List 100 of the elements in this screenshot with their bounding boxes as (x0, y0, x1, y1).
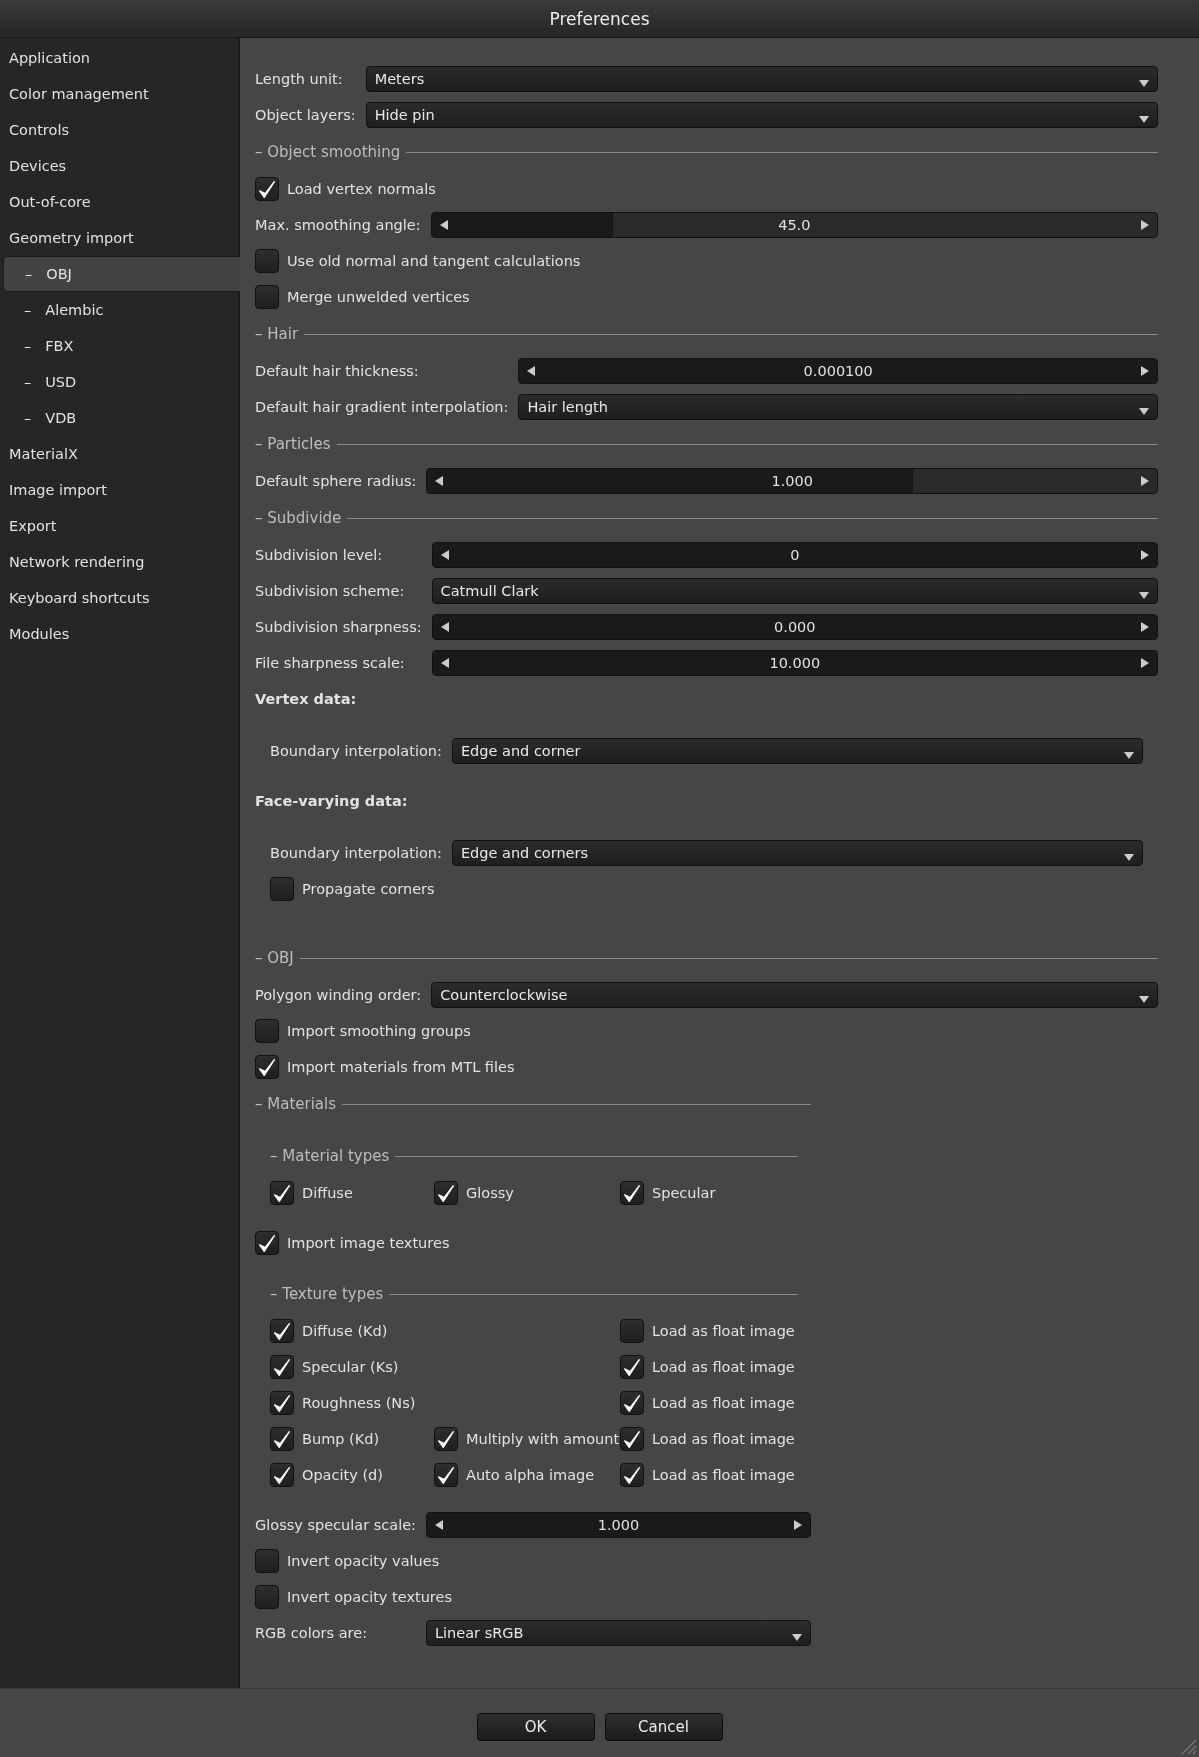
resize-grip-icon[interactable] (1179, 1737, 1197, 1755)
right-arrow-icon[interactable] (1141, 476, 1149, 486)
field-label: Boundary interpolation: (270, 742, 442, 761)
checkbox-label: Import materials from MTL files (287, 1059, 515, 1075)
checkbox[interactable] (255, 177, 279, 201)
section-title: – OBJ (255, 949, 294, 967)
dropdown[interactable]: Counterclockwise (431, 982, 1158, 1008)
checkbox-label: Load as float image (652, 1323, 795, 1339)
caret-icon (1124, 752, 1134, 759)
right-arrow-icon[interactable] (1141, 550, 1149, 560)
checkbox[interactable] (270, 1319, 294, 1343)
right-arrow-icon[interactable] (1141, 658, 1149, 668)
dropdown[interactable]: Catmull Clark (431, 578, 1158, 604)
slider[interactable]: 45.0 (430, 212, 1158, 238)
left-arrow-icon[interactable] (435, 1520, 443, 1530)
checkbox-label: Auto alpha image (466, 1467, 595, 1483)
section-title: – Material types (270, 1147, 390, 1165)
sidebar-item[interactable]: Network rendering (0, 544, 238, 580)
checkbox[interactable] (434, 1181, 458, 1205)
dropdown[interactable]: Edge and corner (451, 738, 1143, 764)
checkbox[interactable] (255, 1231, 279, 1255)
dialog-button[interactable]: OK (476, 1713, 595, 1741)
slider[interactable]: 1.000 (426, 1512, 811, 1538)
left-arrow-icon[interactable] (527, 366, 536, 376)
field-label: Default hair gradient interpolation: (255, 398, 509, 417)
dropdown[interactable]: Linear sRGB (426, 1620, 811, 1646)
sidebar-item[interactable]: Keyboard shortcuts (0, 580, 238, 616)
dropdown[interactable]: Meters (365, 66, 1158, 92)
sidebar-item[interactable]: – Alembic (0, 292, 238, 328)
sidebar-item[interactable]: – FBX (0, 328, 238, 364)
field-label: Default sphere radius: (255, 472, 417, 491)
checkbox[interactable] (620, 1427, 644, 1451)
right-arrow-icon[interactable] (1141, 622, 1149, 632)
slider[interactable]: 0 (431, 542, 1158, 568)
checkbox[interactable] (270, 1463, 294, 1487)
right-arrow-icon[interactable] (1141, 220, 1149, 230)
checkbox[interactable] (434, 1427, 458, 1451)
checkbox[interactable] (255, 1019, 279, 1043)
checkbox[interactable] (255, 1055, 279, 1079)
left-arrow-icon[interactable] (439, 220, 448, 230)
checkbox-label: Opacity (d) (302, 1467, 383, 1483)
checkbox-label: Roughness (Ns) (302, 1395, 416, 1411)
slider[interactable]: 0.000100 (518, 358, 1158, 384)
checkbox[interactable] (620, 1319, 644, 1343)
checkbox[interactable] (620, 1181, 644, 1205)
field-label: Glossy specular scale: (255, 1516, 416, 1535)
checkbox-label: Invert opacity values (287, 1553, 440, 1569)
left-arrow-icon[interactable] (435, 476, 444, 486)
field-label: Subdivision sharpness: (255, 618, 422, 637)
checkbox[interactable] (255, 285, 279, 309)
sidebar-item[interactable]: – VDB (0, 400, 238, 436)
right-arrow-icon[interactable] (794, 1520, 802, 1530)
sidebar-item[interactable]: Color management (0, 76, 238, 112)
field-label: Boundary interpolation: (270, 844, 442, 863)
checkbox[interactable] (620, 1391, 644, 1415)
dropdown[interactable]: Hide pin (365, 102, 1158, 128)
checkbox[interactable] (270, 1355, 294, 1379)
checkbox[interactable] (270, 1181, 294, 1205)
dialog-button[interactable]: Cancel (604, 1713, 723, 1741)
slider[interactable]: 1.000 (426, 468, 1158, 494)
left-arrow-icon[interactable] (440, 550, 449, 560)
slider[interactable]: 0.000 (431, 614, 1158, 640)
checkbox[interactable] (270, 877, 294, 901)
sidebar-item[interactable]: Application (0, 40, 238, 76)
checkbox-label: Bump (Kd) (302, 1431, 380, 1447)
sidebar-item[interactable]: – OBJ (3, 256, 240, 292)
checkbox-label: Specular (Ks) (302, 1359, 399, 1375)
checkbox-label: Load as float image (652, 1359, 795, 1375)
sidebar-item[interactable]: Export (0, 508, 238, 544)
checkbox-label: Glossy (466, 1185, 514, 1201)
section-title: – Hair (255, 325, 299, 343)
checkbox-label: Specular (652, 1185, 716, 1201)
sidebar-item[interactable]: Out-of-core (0, 184, 238, 220)
group-heading: Face-varying data: (255, 792, 409, 811)
sidebar-item[interactable]: Devices (0, 148, 238, 184)
dropdown[interactable]: Hair length (518, 394, 1158, 420)
checkbox[interactable] (620, 1463, 644, 1487)
slider[interactable]: 10.000 (431, 650, 1158, 676)
checkbox-label: Merge unwelded vertices (287, 289, 470, 305)
checkbox[interactable] (255, 1549, 279, 1573)
sidebar-item[interactable]: Modules (0, 616, 238, 652)
field-label: Max. smoothing angle: (255, 216, 421, 235)
left-arrow-icon[interactable] (440, 658, 449, 668)
sidebar-item[interactable]: MaterialX (0, 436, 238, 472)
sidebar-item[interactable]: Controls (0, 112, 238, 148)
checkbox[interactable] (255, 249, 279, 273)
sidebar-item[interactable]: Geometry import (0, 220, 238, 256)
checkbox[interactable] (255, 1585, 279, 1609)
right-arrow-icon[interactable] (1141, 366, 1149, 376)
checkbox[interactable] (620, 1355, 644, 1379)
left-arrow-icon[interactable] (440, 622, 449, 632)
sidebar-item[interactable]: Image import (0, 472, 238, 508)
field-label: Object layers: (255, 106, 356, 125)
checkbox[interactable] (270, 1391, 294, 1415)
checkbox[interactable] (270, 1427, 294, 1451)
checkbox-label: Multiply with amount (466, 1431, 620, 1447)
checkbox-label: Import image textures (287, 1235, 450, 1251)
sidebar-item[interactable]: – USD (0, 364, 238, 400)
checkbox[interactable] (434, 1463, 458, 1487)
dropdown[interactable]: Edge and corners (451, 840, 1143, 866)
